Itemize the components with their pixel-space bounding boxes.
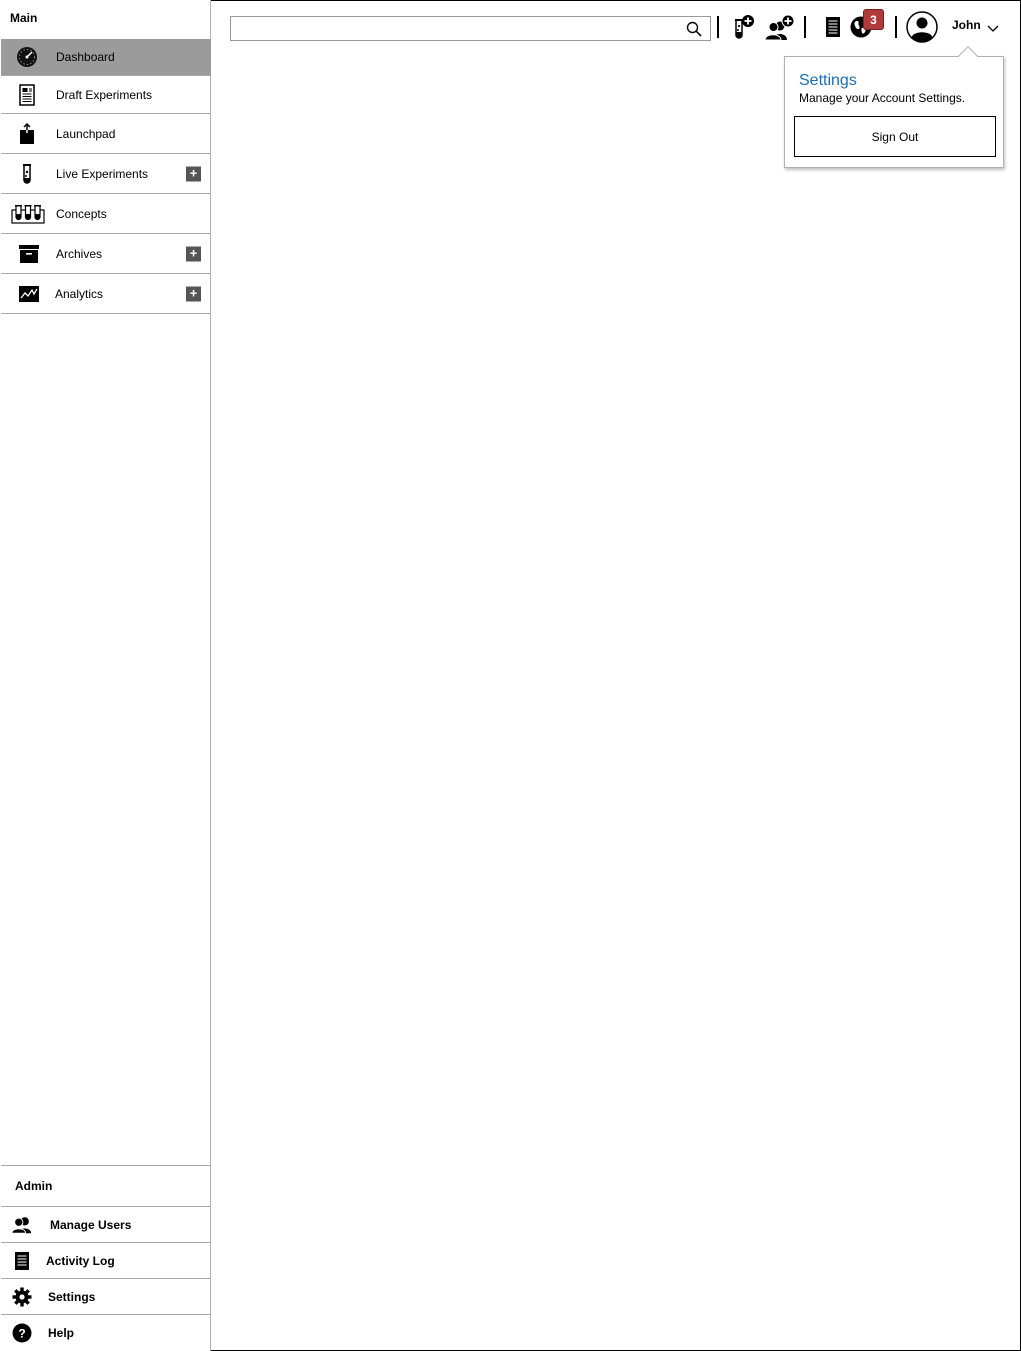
sidebar-item-label: Activity Log	[46, 1253, 115, 1268]
document-icon	[826, 17, 840, 37]
expand-analytics-button[interactable]: +	[186, 286, 201, 301]
sidebar-item-analytics[interactable]: Analytics +	[1, 274, 211, 314]
chevron-down-icon[interactable]	[986, 20, 1000, 32]
sidebar-item-label: Live Experiments	[56, 166, 149, 181]
sidebar-item-draft-experiments[interactable]: Draft Experiments	[1, 76, 211, 114]
expand-live-experiments-button[interactable]: +	[186, 166, 201, 181]
analytics-chart-icon	[17, 282, 41, 306]
notification-count-badge: 3	[863, 9, 884, 30]
help-icon: ?	[11, 1322, 33, 1344]
gear-icon	[11, 1286, 33, 1308]
archive-box-icon	[17, 242, 41, 266]
settings-description: Manage your Account Settings.	[799, 91, 966, 105]
settings-link[interactable]: Settings	[799, 72, 857, 90]
documents-button[interactable]	[818, 12, 848, 42]
sidebar-item-dashboard[interactable]: Dashboard	[1, 39, 211, 76]
sidebar-item-settings[interactable]: Settings	[1, 1279, 211, 1315]
document-icon	[15, 83, 39, 107]
main-section-header: Main	[10, 11, 38, 25]
user-name[interactable]: John	[952, 18, 981, 32]
account-dropdown: Settings Manage your Account Settings. S…	[784, 46, 1004, 168]
sidebar-item-label: Concepts	[56, 206, 107, 221]
sidebar: Main Dashboard Draft Experiments Launchp…	[0, 0, 211, 1351]
search-field[interactable]	[231, 17, 671, 39]
test-tube-rack-icon	[11, 202, 45, 226]
sidebar-item-live-experiments[interactable]: Live Experiments +	[1, 154, 211, 194]
sidebar-item-label: Draft Experiments	[56, 87, 153, 102]
sign-out-button[interactable]: Sign Out	[794, 116, 996, 157]
add-user-button[interactable]	[764, 12, 798, 42]
search-input[interactable]	[230, 16, 711, 41]
toolbar-divider	[804, 16, 806, 38]
user-avatar[interactable]	[906, 11, 938, 43]
sidebar-item-label: Dashboard	[56, 50, 115, 64]
add-user-icon	[764, 14, 795, 41]
sidebar-item-label: Launchpad	[56, 126, 116, 141]
sidebar-item-archives[interactable]: Archives +	[1, 234, 211, 274]
sidebar-item-activity-log[interactable]: Activity Log	[1, 1243, 211, 1279]
sidebar-item-concepts[interactable]: Concepts	[1, 194, 211, 234]
sidebar-item-label: Analytics	[55, 286, 104, 301]
dashboard-gauge-icon	[15, 45, 39, 69]
launch-box-icon	[15, 122, 39, 146]
add-experiment-button[interactable]	[728, 12, 758, 42]
sidebar-item-label: Help	[48, 1326, 75, 1340]
users-icon	[11, 1214, 33, 1236]
search-icon[interactable]	[686, 21, 702, 37]
sidebar-item-label: Archives	[56, 246, 103, 261]
admin-section-header: Admin	[1, 1166, 211, 1207]
sidebar-item-help[interactable]: ? Help	[1, 1315, 211, 1351]
log-document-icon	[11, 1250, 33, 1272]
sidebar-item-label: Manage Users	[50, 1217, 132, 1232]
sidebar-item-manage-users[interactable]: Manage Users	[1, 1207, 211, 1243]
toolbar-divider	[717, 16, 719, 38]
add-experiment-icon	[735, 15, 754, 39]
test-tube-icon	[15, 162, 39, 186]
admin-section: Admin Manage Users Activity Log Settings…	[1, 1165, 211, 1351]
svg-text:?: ?	[18, 1327, 25, 1341]
main-nav: Dashboard Draft Experiments Launchpad Li…	[1, 39, 211, 314]
user-avatar-icon	[906, 11, 938, 43]
expand-archives-button[interactable]: +	[186, 246, 201, 261]
sidebar-item-launchpad[interactable]: Launchpad	[1, 114, 211, 154]
sidebar-item-label: Settings	[48, 1289, 96, 1304]
toolbar-divider	[895, 16, 897, 38]
